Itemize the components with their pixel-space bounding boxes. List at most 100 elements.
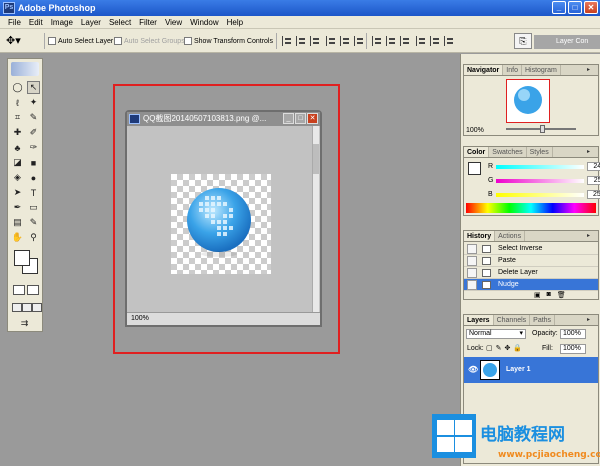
lasso-tool-icon[interactable]: ℓ (11, 96, 24, 109)
b-value[interactable]: 254 (586, 190, 600, 199)
menu-window[interactable]: Window (186, 16, 222, 28)
tab-navigator[interactable]: Navigator (464, 65, 504, 75)
visibility-eye-icon[interactable]: 👁 (468, 365, 478, 374)
close-button[interactable]: ✕ (584, 1, 598, 14)
lock-transparency-icon[interactable]: ▢ (486, 344, 493, 352)
history-item[interactable]: Paste (464, 255, 598, 267)
blur-tool-icon[interactable]: ◈ (11, 171, 24, 184)
maximize-button[interactable]: □ (568, 1, 582, 14)
history-source-box[interactable] (467, 256, 477, 266)
g-value[interactable]: 250 (587, 176, 600, 185)
menu-file[interactable]: File (4, 16, 25, 28)
shape-tool-icon[interactable]: ▭ (27, 201, 40, 214)
lock-pixels-icon[interactable]: ✎ (496, 344, 502, 352)
tab-color[interactable]: Color (464, 147, 490, 157)
history-item[interactable]: Select Inverse (464, 243, 598, 255)
type-tool-icon[interactable]: T (27, 186, 40, 199)
b-slider[interactable] (495, 192, 584, 197)
document-title-bar[interactable]: QQ截图20140507103813.png @... _ □ ✕ (127, 112, 320, 126)
navigator-thumbnail[interactable] (506, 79, 550, 123)
tab-histogram[interactable]: Histogram (522, 65, 561, 75)
path-selection-icon[interactable]: ➤ (11, 186, 24, 199)
layer-comps-well[interactable]: Layer Con (534, 35, 600, 49)
doc-minimize-button[interactable]: _ (283, 113, 294, 124)
document-window[interactable]: QQ截图20140507103813.png @... _ □ ✕ 100% (125, 110, 322, 327)
align-top-icon[interactable] (282, 36, 292, 46)
gradient-tool-icon[interactable]: ■ (27, 156, 40, 169)
vertical-scrollbar[interactable] (312, 126, 319, 312)
panel-menu-icon[interactable]: ▸ (587, 233, 595, 240)
tab-layers[interactable]: Layers (464, 315, 494, 325)
blend-mode-select[interactable]: Normal ▾ (466, 329, 526, 339)
document-zoom[interactable]: 100% (131, 315, 149, 322)
healing-brush-icon[interactable]: ✚ (11, 126, 24, 139)
tab-channels[interactable]: Channels (494, 315, 531, 325)
auto-select-layer-checkbox[interactable]: Auto Select Layer (48, 37, 113, 45)
eyedropper-tool-icon[interactable]: ✎ (27, 216, 40, 229)
transparent-canvas[interactable] (171, 174, 271, 274)
slice-tool-icon[interactable]: ✎ (27, 111, 40, 124)
move-tool-preset-icon[interactable]: ✥▾ (6, 34, 28, 48)
hand-tool-icon[interactable]: ✋ (11, 231, 24, 244)
history-source-box[interactable] (467, 244, 477, 254)
tab-paths[interactable]: Paths (530, 315, 556, 325)
menu-edit[interactable]: Edit (25, 16, 47, 28)
zoom-tool-icon[interactable]: ⚲ (27, 231, 40, 244)
panel-menu-icon[interactable]: ▸ (587, 67, 595, 74)
distribute-top-icon[interactable] (372, 36, 382, 46)
tab-styles[interactable]: Styles (527, 147, 553, 157)
crop-tool-icon[interactable]: ⌗ (11, 111, 24, 124)
full-screen-button[interactable] (32, 303, 42, 312)
eraser-tool-icon[interactable]: ◪ (11, 156, 24, 169)
auto-select-groups-checkbox[interactable]: Auto Select Groups (114, 37, 185, 45)
align-middle-icon[interactable] (296, 36, 306, 46)
color-fg-swatch[interactable] (468, 162, 481, 175)
color-swatches[interactable] (14, 250, 38, 274)
menu-filter[interactable]: Filter (135, 16, 161, 28)
history-source-box[interactable] (467, 268, 477, 278)
navigator-slider-thumb[interactable] (540, 125, 545, 133)
foreground-color-swatch[interactable] (14, 250, 30, 266)
magic-wand-tool-icon[interactable]: ✦ (27, 96, 40, 109)
move-tool-icon[interactable]: ↖ (27, 81, 40, 94)
r-slider[interactable] (496, 164, 585, 169)
history-source-box[interactable] (467, 280, 477, 290)
color-ramp[interactable] (466, 203, 596, 213)
show-transform-controls-checkbox[interactable]: Show Transform Controls (184, 37, 273, 45)
tab-info[interactable]: Info (503, 65, 522, 75)
menu-image[interactable]: Image (47, 16, 77, 28)
distribute-bottom-icon[interactable] (400, 36, 410, 46)
doc-close-button[interactable]: ✕ (307, 113, 318, 124)
tab-swatches[interactable]: Swatches (489, 147, 527, 157)
brush-tool-icon[interactable]: ✐ (27, 126, 40, 139)
align-bottom-icon[interactable] (310, 36, 320, 46)
layer-row[interactable]: 👁 Layer 1 (464, 357, 598, 383)
feather-logo-icon[interactable] (11, 62, 39, 76)
stamp-tool-icon[interactable]: ♣ (11, 141, 24, 154)
menu-layer[interactable]: Layer (77, 16, 105, 28)
full-screen-menu-button[interactable] (22, 303, 32, 312)
delete-state-icon[interactable]: 🗑 (557, 291, 566, 299)
lock-position-icon[interactable]: ✥ (505, 344, 511, 352)
distribute-right-icon[interactable] (444, 36, 454, 46)
history-item[interactable]: Delete Layer (464, 267, 598, 279)
align-left-icon[interactable] (326, 36, 336, 46)
new-snapshot-icon[interactable]: ◙ (547, 291, 551, 299)
quick-mask-button[interactable] (27, 285, 39, 295)
r-value[interactable]: 245 (587, 162, 600, 171)
navigator-zoom[interactable]: 100% (466, 127, 484, 134)
file-browser-icon[interactable]: ⎘ (514, 33, 532, 49)
pen-tool-icon[interactable]: ✒ (11, 201, 24, 214)
align-right-icon[interactable] (354, 36, 364, 46)
standard-screen-button[interactable] (12, 303, 22, 312)
dodge-tool-icon[interactable]: ● (27, 171, 40, 184)
opacity-input[interactable]: 100% (560, 329, 586, 339)
g-slider[interactable] (496, 178, 585, 183)
tab-actions[interactable]: Actions (495, 231, 526, 241)
lock-all-icon[interactable]: 🔒 (513, 344, 522, 352)
distribute-center-icon[interactable] (430, 36, 440, 46)
distribute-middle-icon[interactable] (386, 36, 396, 46)
align-center-icon[interactable] (340, 36, 350, 46)
tab-history[interactable]: History (464, 231, 496, 241)
fill-input[interactable]: 100% (560, 344, 586, 354)
